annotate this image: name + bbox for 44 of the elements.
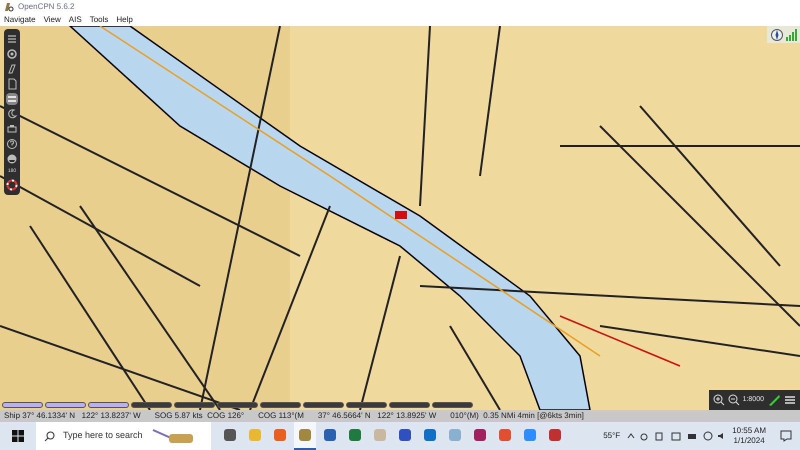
menu-item[interactable]: AIS xyxy=(68,14,82,26)
status-field: COG 113°(M xyxy=(258,410,304,422)
chart-bar-segment[interactable] xyxy=(45,402,86,408)
zoom-in-icon[interactable] xyxy=(712,394,725,406)
search-field[interactable]: Type here to search xyxy=(63,429,143,443)
status-field: SOG 5.87 kts COG 126° xyxy=(154,410,244,422)
menu-item[interactable]: Navigate xyxy=(4,14,36,26)
chart-bar-segment[interactable] xyxy=(174,402,215,408)
gear-icon[interactable] xyxy=(6,48,18,60)
menu-item[interactable]: Tools xyxy=(90,14,108,26)
menu-icon[interactable] xyxy=(6,33,18,45)
clock-date[interactable]: 1/1/2024 xyxy=(734,436,765,446)
search-bar[interactable]: Type here to search xyxy=(36,422,211,450)
ruler-icon[interactable] xyxy=(6,63,18,75)
lifebuoy-icon[interactable] xyxy=(6,178,18,190)
moon-icon[interactable] xyxy=(6,108,18,120)
window-title: OpenCPN 5.6.2 xyxy=(18,0,74,12)
weather-text[interactable]: 55°F xyxy=(603,430,620,442)
status-field: 37° 46.5664' N 122° 13.8925' W xyxy=(318,410,436,422)
help-icon[interactable] xyxy=(6,138,18,150)
menu-icon[interactable] xyxy=(784,394,796,406)
clock-time[interactable]: 10:55 AM xyxy=(732,426,766,436)
chart-bar-segment[interactable] xyxy=(88,402,129,408)
chart-bar-segment[interactable] xyxy=(389,402,430,408)
chart-bar-segment[interactable] xyxy=(303,402,344,408)
chart-bar-segment[interactable] xyxy=(131,402,172,408)
start-icon[interactable] xyxy=(12,430,24,442)
search-icon xyxy=(44,430,55,442)
printer-icon[interactable] xyxy=(6,123,18,135)
zoom-out-icon[interactable] xyxy=(728,394,740,406)
search-highlight-icon xyxy=(151,426,196,446)
status-field: Ship 37° 46.1334' N 122° 13.8237' W xyxy=(4,410,141,422)
notification-icon[interactable] xyxy=(780,430,792,442)
menu-item[interactable]: Help xyxy=(116,14,133,26)
chart-bar-segment[interactable] xyxy=(432,402,473,408)
signal-bars-icon xyxy=(784,28,796,40)
compass-icon xyxy=(770,28,782,40)
document-icon[interactable] xyxy=(6,78,18,90)
chart-bar-segment[interactable] xyxy=(346,402,387,408)
chart-bar-segment[interactable] xyxy=(2,402,43,408)
status-field: 010°(M) 0.35 NMi 4min [@6kts 3min] xyxy=(450,410,584,422)
chart-bar-segment[interactable] xyxy=(260,402,301,408)
menu-item[interactable]: View xyxy=(44,14,61,26)
app-logo-icon xyxy=(4,2,14,12)
